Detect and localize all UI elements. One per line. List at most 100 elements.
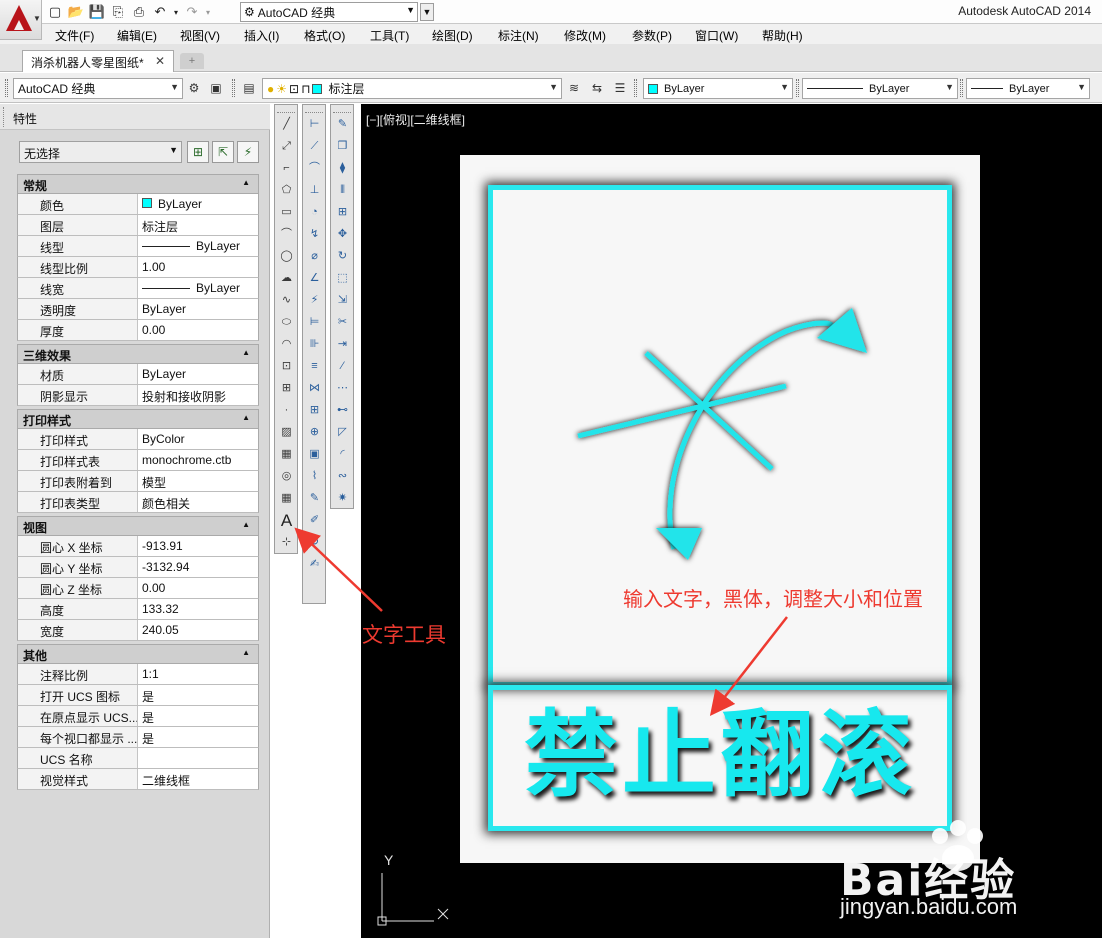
property-row[interactable]: UCS 名称 <box>17 748 259 769</box>
inspection-icon[interactable]: ▣ <box>305 445 324 464</box>
toolbar-grip[interactable] <box>5 79 8 97</box>
section-header[interactable]: 打印样式 ▲ <box>17 409 259 429</box>
fillet-icon[interactable]: ◜ <box>333 445 352 464</box>
property-row[interactable]: 打印样式表 monochrome.ctb <box>17 450 259 471</box>
collapse-icon[interactable]: ▲ <box>242 413 250 422</box>
property-row[interactable]: 圆心 X 坐标 -913.91 <box>17 536 259 557</box>
property-value[interactable]: 240.05 <box>139 620 258 640</box>
scale-icon[interactable]: ⬚ <box>333 269 352 288</box>
section-header[interactable]: 视图 ▲ <box>17 516 259 536</box>
section-header[interactable]: 其他 ▲ <box>17 644 259 664</box>
dim-edit-icon[interactable]: ✎ <box>305 489 324 508</box>
property-value[interactable]: 二维线框 <box>139 769 258 789</box>
property-value[interactable]: 颜色相关 <box>139 492 258 512</box>
application-menu-button[interactable]: ▼ <box>0 0 42 40</box>
menu-parameters[interactable]: 参数(P) <box>632 27 672 44</box>
toolbar-grip[interactable] <box>232 79 235 97</box>
dim-style-icon[interactable]: ✍ <box>305 555 324 574</box>
add-selected-icon[interactable]: ⊹ <box>277 533 296 552</box>
rotate-icon[interactable]: ↻ <box>333 247 352 266</box>
chamfer-icon[interactable]: ◸ <box>333 423 352 442</box>
property-value[interactable]: -3132.94 <box>139 557 258 577</box>
linetype-combo[interactable]: ByLayer ▼ <box>802 78 958 99</box>
mirror-icon[interactable]: ⧫ <box>333 159 352 178</box>
spline-icon[interactable]: ∿ <box>277 291 296 310</box>
property-row[interactable]: 打印表附着到 模型 <box>17 471 259 492</box>
document-tab[interactable]: 消杀机器人零星图纸* ✕ <box>22 50 174 72</box>
join-icon[interactable]: ⊷ <box>333 401 352 420</box>
multiline-text-icon[interactable]: A <box>277 511 296 530</box>
polygon-icon[interactable]: ⬠ <box>277 181 296 200</box>
explode-icon[interactable]: ✷ <box>333 489 352 508</box>
toolbar-grip[interactable] <box>796 79 799 97</box>
property-row[interactable]: 圆心 Z 坐标 0.00 <box>17 578 259 599</box>
property-row[interactable]: 图层 标注层 <box>17 215 259 236</box>
point-icon[interactable]: · <box>277 401 296 420</box>
redo-dropdown-icon[interactable]: ▾ <box>204 3 212 21</box>
save-icon[interactable]: 💾 <box>88 3 106 21</box>
property-value[interactable]: ByLayer <box>139 194 258 214</box>
blend-curves-icon[interactable]: ∾ <box>333 467 352 486</box>
layer-manager-icon[interactable]: ▤ <box>241 80 257 96</box>
revision-cloud-icon[interactable]: ☁ <box>277 269 296 288</box>
dim-break-icon[interactable]: ⋈ <box>305 379 324 398</box>
table-icon[interactable]: ▦ <box>277 489 296 508</box>
menu-modify[interactable]: 修改(M) <box>564 27 606 44</box>
property-row[interactable]: 打印样式 ByColor <box>17 429 259 450</box>
palette-grip[interactable] <box>3 107 7 127</box>
insert-block-icon[interactable]: ⊡ <box>277 357 296 376</box>
property-row[interactable]: 阴影显示 投射和接收阴影 <box>17 385 259 406</box>
center-mark-icon[interactable]: ⊕ <box>305 423 324 442</box>
selection-combo[interactable]: 无选择 ▼ <box>19 141 182 163</box>
plot-icon[interactable]: ⎙ <box>130 3 148 21</box>
property-value[interactable]: 0.00 <box>139 320 258 340</box>
quick-dim-icon[interactable]: ⚡ <box>305 291 324 310</box>
property-value[interactable]: ByLayer <box>139 236 258 256</box>
extend-icon[interactable]: ⇥ <box>333 335 352 354</box>
property-row[interactable]: 透明度 ByLayer <box>17 299 259 320</box>
tolerance-icon[interactable]: ⊞ <box>305 401 324 420</box>
collapse-icon[interactable]: ▲ <box>242 520 250 529</box>
property-row[interactable]: 在原点显示 UCS... 是 <box>17 706 259 727</box>
linear-dim-icon[interactable]: ⊢ <box>305 115 324 134</box>
property-value[interactable]: 是 <box>139 706 258 726</box>
property-row[interactable]: 线宽 ByLayer <box>17 278 259 299</box>
collapse-icon[interactable]: ▲ <box>242 178 250 187</box>
property-row[interactable]: 厚度 0.00 <box>17 320 259 341</box>
property-value[interactable]: 133.32 <box>139 599 258 619</box>
property-value[interactable] <box>139 748 258 768</box>
property-value[interactable]: 模型 <box>139 471 258 491</box>
undo-dropdown-icon[interactable]: ▾ <box>172 3 180 21</box>
workspace-settings-icon[interactable]: ⚙ <box>186 80 202 96</box>
menu-file[interactable]: 文件(F) <box>55 27 94 44</box>
trim-icon[interactable]: ✂ <box>333 313 352 332</box>
viewport-controls[interactable]: [−][俯视][二维线框] <box>366 111 465 128</box>
toolbar-grip[interactable] <box>960 79 963 97</box>
menu-tools[interactable]: 工具(T) <box>370 27 409 44</box>
property-value[interactable]: -913.91 <box>139 536 258 556</box>
erase-icon[interactable]: ✎ <box>333 115 352 134</box>
baseline-icon[interactable]: ⊨ <box>305 313 324 332</box>
aligned-dim-icon[interactable]: ⟋ <box>305 137 324 156</box>
property-row[interactable]: 每个视口都显示 ... 是 <box>17 727 259 748</box>
toggle-pickadd-icon[interactable]: ⊞ <box>187 141 209 163</box>
close-icon[interactable]: ✕ <box>155 54 165 68</box>
circle-icon[interactable]: ◯ <box>277 247 296 266</box>
property-value[interactable]: 0.00 <box>139 578 258 598</box>
properties-header[interactable]: 特性 <box>0 104 270 130</box>
make-block-icon[interactable]: ⊞ <box>277 379 296 398</box>
line-icon[interactable]: ╱ <box>277 115 296 134</box>
angular-icon[interactable]: ∠ <box>305 269 324 288</box>
break-at-point-icon[interactable]: ⁄ <box>333 357 352 376</box>
property-value[interactable]: 投射和接收阴影 <box>139 385 258 405</box>
property-value[interactable]: 1.00 <box>139 257 258 277</box>
new-tab-button[interactable]: + <box>180 53 204 69</box>
toolbar-grip[interactable] <box>277 107 295 113</box>
menu-edit[interactable]: 编辑(E) <box>117 27 157 44</box>
array-icon[interactable]: ⊞ <box>333 203 352 222</box>
layer-state-icon[interactable]: ☰ <box>612 80 628 96</box>
toolbar-grip[interactable] <box>305 107 323 113</box>
menu-window[interactable]: 窗口(W) <box>695 27 738 44</box>
property-value[interactable]: 是 <box>139 727 258 747</box>
make-current-layer-icon[interactable]: ≋ <box>566 80 582 96</box>
